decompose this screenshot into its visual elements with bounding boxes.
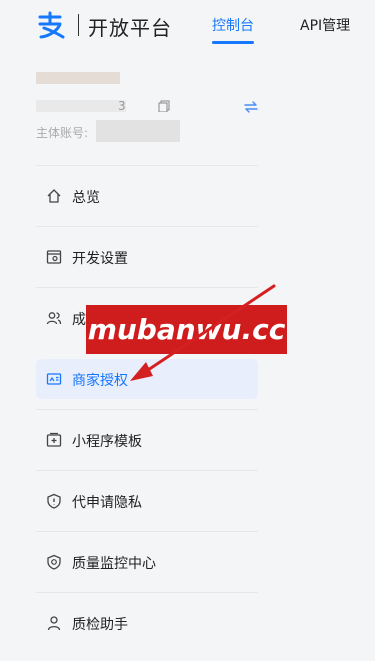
menu-divider — [36, 531, 258, 532]
sidebar-item-label: 质量监控中心 — [72, 556, 156, 572]
sidebar-item-label: 小程序模板 — [72, 434, 142, 450]
tab-console[interactable]: 控制台 — [212, 15, 254, 35]
template-icon — [46, 432, 62, 447]
menu-divider — [36, 165, 258, 166]
shield-icon — [47, 493, 61, 509]
sidebar-item-privacy-application[interactable]: 代申请隐私 — [36, 481, 258, 521]
copy-icon[interactable] — [158, 100, 170, 112]
sidebar-item-mini-program-template[interactable]: 小程序模板 — [36, 420, 258, 460]
menu-divider — [36, 287, 258, 288]
settings-panel-icon — [46, 250, 62, 264]
account-name-blurred — [36, 72, 120, 84]
menu-divider — [36, 592, 258, 593]
brand-title: 开放平台 — [88, 16, 172, 40]
watermark-text: mubanwu.cc — [87, 313, 286, 346]
tab-api-management[interactable]: API管理 — [300, 15, 350, 35]
menu-divider — [36, 470, 258, 471]
sidebar-item-overview[interactable]: 总览 — [36, 176, 258, 216]
account-id-blurred — [36, 100, 126, 112]
sidebar-item-label: 质检助手 — [72, 617, 128, 633]
sidebar-item-dev-settings[interactable]: 开发设置 — [36, 237, 258, 277]
sidebar-item-label: 开发设置 — [72, 251, 128, 267]
quality-icon — [47, 554, 61, 570]
sidebar-item-merchant-auth[interactable]: 商家授权 — [36, 359, 258, 399]
logo-divider — [78, 14, 79, 36]
alipay-logo-icon[interactable] — [36, 10, 66, 40]
account-subject-blurred — [96, 120, 180, 142]
home-icon — [47, 189, 61, 203]
sidebar-item-label: 代申请隐私 — [72, 495, 142, 511]
sidebar-item-quality-monitoring[interactable]: 质量监控中心 — [36, 542, 258, 582]
id-card-icon — [46, 373, 62, 385]
menu-divider — [36, 226, 258, 227]
switch-account-icon[interactable] — [244, 101, 258, 113]
menu-divider — [36, 409, 258, 410]
account-id-suffix: 3 — [118, 99, 126, 113]
account-label: 主体账号: — [36, 126, 89, 140]
top-header: 开放平台 控制台 API管理 — [0, 0, 375, 56]
user-icon — [47, 616, 61, 631]
watermark-banner: mubanwu.cc — [86, 305, 287, 354]
sidebar-item-label: 商家授权 — [72, 373, 128, 389]
sidebar-item-inspection-assistant[interactable]: 质检助手 — [36, 603, 258, 643]
sidebar-item-label: 总览 — [72, 190, 100, 206]
tab-active-underline — [212, 41, 254, 44]
members-icon — [46, 312, 62, 325]
